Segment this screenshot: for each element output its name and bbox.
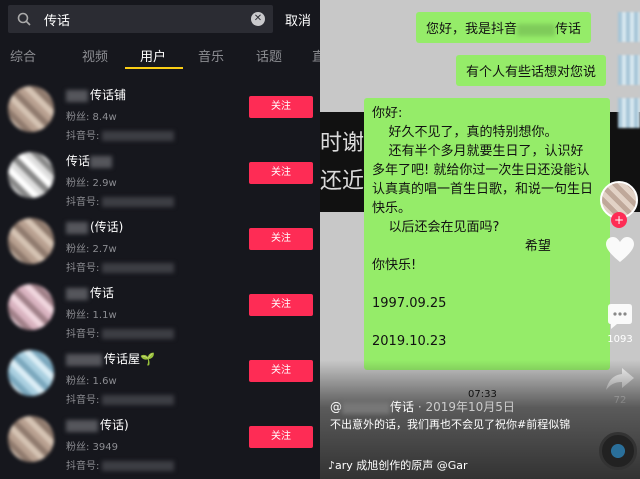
avatar xyxy=(8,152,54,198)
music-disc-icon[interactable] xyxy=(599,432,637,470)
douyin-id: 抖音号: xyxy=(66,259,175,274)
comment-button[interactable]: 1093 xyxy=(604,303,636,345)
search-input[interactable]: 传话 ✕ xyxy=(8,5,273,33)
user-name: 传话屋🌱 xyxy=(66,350,155,367)
heart-icon xyxy=(606,237,634,262)
douyin-id: 抖音号: xyxy=(66,325,175,340)
follower-count: 粉丝: 2.9w xyxy=(66,178,117,189)
author-line[interactable]: @ 传话 · 2019年10月5日 xyxy=(330,398,515,415)
chat-bubble: 您好，我是抖音 传话 xyxy=(416,12,592,43)
douyin-id: 抖音号: xyxy=(66,391,175,406)
clear-icon[interactable]: ✕ xyxy=(251,12,265,26)
comment-count: 1093 xyxy=(607,334,633,345)
search-results-panel: 传话 ✕ 取消 综合 视频 用户 音乐 话题 直 传话铺 粉丝: 8.4w 抖音… xyxy=(0,0,320,479)
user-row[interactable]: 传话屋🌱 粉丝: 1.6w 抖音号: 关注 xyxy=(0,348,320,412)
user-name: 传话铺 xyxy=(66,86,126,103)
douyin-id: 抖音号: xyxy=(66,457,175,472)
avatar xyxy=(8,86,54,132)
follow-plus-icon[interactable]: + xyxy=(611,212,627,228)
follow-button[interactable]: 关注 xyxy=(249,96,313,118)
video-description: 不出意外的话，我们再也不会见了祝你#前程似锦 xyxy=(330,418,571,431)
avatar xyxy=(8,284,54,330)
tab-topics[interactable]: 话题 xyxy=(256,46,282,65)
user-row[interactable]: 传话铺 粉丝: 8.4w 抖音号: 关注 xyxy=(0,84,320,148)
user-row[interactable]: 传话 粉丝: 1.1w 抖音号: 关注 xyxy=(0,282,320,346)
user-row[interactable]: 传话 粉丝: 2.9w 抖音号: 关注 xyxy=(0,150,320,214)
douyin-id: 抖音号: xyxy=(66,127,175,142)
search-icon xyxy=(17,12,31,26)
background-caption: 时谢 还近 xyxy=(320,131,365,194)
comment-icon xyxy=(608,304,632,329)
tab-video[interactable]: 视频 xyxy=(82,46,108,65)
message-text: 你好: 好久不见了，真的特别想你。 还有半个多月就要生日了，认识好 多年了吧! … xyxy=(372,106,594,349)
result-tabs: 综合 视频 用户 音乐 话题 直 xyxy=(0,40,320,70)
user-name: 传话) xyxy=(66,416,129,433)
avatar xyxy=(8,350,54,396)
tab-users[interactable]: 用户 xyxy=(140,46,166,65)
avatar xyxy=(8,416,54,462)
search-query: 传话 xyxy=(44,14,71,29)
avatar xyxy=(8,218,54,264)
follower-count: 粉丝: 1.1w xyxy=(66,310,117,321)
chat-bubble: 有个人有些话想对您说 xyxy=(456,55,607,86)
follower-count: 粉丝: 1.6w xyxy=(66,376,117,387)
follow-button[interactable]: 关注 xyxy=(249,228,313,250)
follow-button[interactable]: 关注 xyxy=(249,426,313,448)
follower-count: 粉丝: 3949 xyxy=(66,442,118,453)
user-row[interactable]: (传话) 粉丝: 2.7w 抖音号: 关注 xyxy=(0,216,320,280)
user-name: 传话 xyxy=(66,152,114,169)
follow-button[interactable]: 关注 xyxy=(249,294,313,316)
message-bubble: 你好: 好久不见了，真的特别想你。 还有半个多月就要生日了，认识好 多年了吧! … xyxy=(364,98,610,370)
chat-avatar xyxy=(618,55,640,85)
video-player[interactable]: 时谢 还近 您好，我是抖音 传话 有个人有些话想对您说 你好: 好久不见了，真的特… xyxy=(320,0,640,479)
post-date: · 2019年10月5日 xyxy=(417,400,515,414)
douyin-id: 抖音号: xyxy=(66,193,175,208)
chat-avatar xyxy=(618,12,640,42)
tab-general[interactable]: 综合 xyxy=(10,46,36,65)
user-name: (传话) xyxy=(66,218,123,235)
cancel-button[interactable]: 取消 xyxy=(285,10,311,29)
follow-button[interactable]: 关注 xyxy=(249,162,313,184)
tab-music[interactable]: 音乐 xyxy=(198,46,224,65)
follow-button[interactable]: 关注 xyxy=(249,360,313,382)
user-name: 传话 xyxy=(66,284,114,301)
follower-count: 粉丝: 2.7w xyxy=(66,244,117,255)
active-tab-indicator xyxy=(125,67,183,69)
user-row[interactable]: 传话) 粉丝: 3949 抖音号: 关注 xyxy=(0,414,320,478)
follower-count: 粉丝: 8.4w xyxy=(66,112,117,123)
chat-avatar xyxy=(618,98,640,128)
tab-live[interactable]: 直 xyxy=(312,46,320,65)
music-info[interactable]: ♪ary 成旭创作的原声 @Gar xyxy=(328,457,468,473)
like-button[interactable] xyxy=(604,236,636,267)
